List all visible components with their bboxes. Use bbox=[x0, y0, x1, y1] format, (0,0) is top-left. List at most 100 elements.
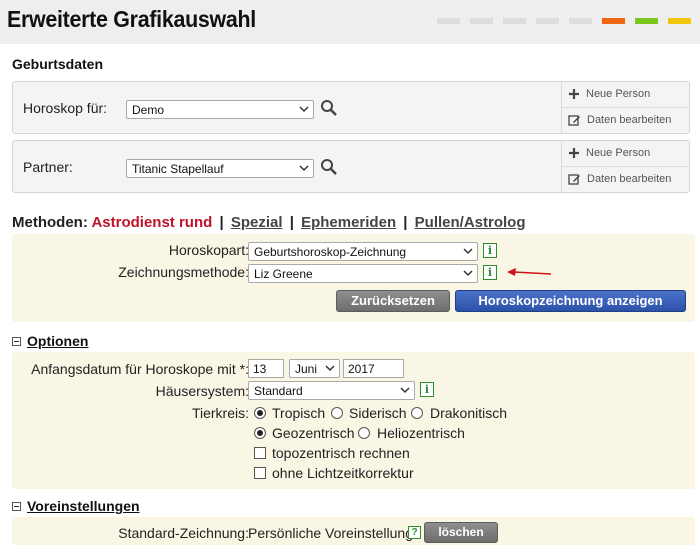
radio-drakonitisch-label: Drakonitisch bbox=[430, 405, 508, 421]
lighttime-label: ohne Lichtzeitkorrektur bbox=[272, 465, 414, 481]
options-panel: Anfangsdatum für Horoskope mit *: 13 Jun… bbox=[12, 352, 695, 489]
presets-toggle[interactable]: Voreinstellungen bbox=[12, 498, 140, 514]
color-strip-segment bbox=[602, 18, 625, 24]
drawing-method-select[interactable]: Liz Greene bbox=[248, 264, 478, 283]
new-person-label: Neue Person bbox=[586, 147, 651, 159]
edit-data-link[interactable]: Daten bearbeiten bbox=[568, 114, 671, 126]
chevron-down-icon bbox=[325, 365, 335, 372]
info-icon[interactable]: i bbox=[420, 382, 434, 397]
show-chart-button[interactable]: Horoskopzeichnung anzeigen bbox=[455, 290, 686, 312]
page-title: Erweiterte Grafikauswahl bbox=[7, 6, 256, 32]
radio-siderisch[interactable] bbox=[331, 407, 343, 419]
tab-pullen-astrolog[interactable]: Pullen/Astrolog bbox=[415, 214, 526, 231]
edit-data-label: Daten bearbeiten bbox=[587, 173, 672, 185]
chart-form-panel: Horoskopart: Geburtshoroskop-Zeichnung i… bbox=[12, 234, 695, 322]
start-date-label: Anfangsdatum für Horoskope mit *: bbox=[31, 361, 249, 377]
red-arrow-icon bbox=[507, 268, 552, 276]
color-strip-segment bbox=[668, 18, 691, 24]
horoscope-person-box: Horoskop für: Demo Neue Person Daten bea… bbox=[12, 81, 690, 134]
chevron-down-icon bbox=[463, 248, 473, 255]
plus-icon bbox=[569, 89, 579, 99]
new-person-label: Neue Person bbox=[586, 88, 651, 100]
color-strip-segment bbox=[470, 18, 493, 24]
radio-geozentrisch-label: Geozentrisch bbox=[272, 425, 355, 441]
radio-geozentrisch[interactable] bbox=[254, 427, 266, 439]
birth-data-title: Geburtsdaten bbox=[12, 56, 104, 72]
radio-siderisch-label: Siderisch bbox=[349, 405, 407, 421]
options-toggle[interactable]: Optionen bbox=[12, 333, 88, 349]
separator: | bbox=[219, 214, 224, 231]
partner-side-panel: Neue Person Daten bearbeiten bbox=[561, 141, 689, 192]
color-strip-segment bbox=[536, 18, 559, 24]
plus-icon bbox=[569, 148, 579, 158]
house-system-select[interactable]: Standard bbox=[248, 381, 415, 400]
edit-icon bbox=[568, 115, 580, 126]
chevron-down-icon bbox=[299, 165, 309, 172]
house-system-label: Häusersystem: bbox=[155, 383, 249, 399]
chevron-down-icon bbox=[299, 106, 309, 113]
radio-heliozentrisch[interactable] bbox=[358, 427, 370, 439]
radio-tropisch[interactable] bbox=[254, 407, 266, 419]
horoscope-type-select[interactable]: Geburtshoroskop-Zeichnung bbox=[248, 242, 478, 261]
edit-data-label: Daten bearbeiten bbox=[587, 114, 672, 126]
color-strip-segment bbox=[503, 18, 526, 24]
tab-spezial[interactable]: Spezial bbox=[231, 214, 283, 231]
drawing-method-label: Zeichnungsmethode: bbox=[118, 264, 249, 280]
methods-nav: Methoden: Astrodienst rund | Spezial | E… bbox=[12, 214, 526, 231]
methods-label: Methoden: bbox=[12, 214, 88, 231]
standard-drawing-value: Persönliche Voreinstellung bbox=[248, 525, 413, 541]
help-icon[interactable]: ? bbox=[408, 526, 421, 539]
topocentric-checkbox[interactable] bbox=[254, 447, 266, 459]
month-select[interactable]: Juni bbox=[289, 359, 340, 378]
collapse-icon bbox=[12, 501, 21, 511]
house-system-value: Standard bbox=[254, 384, 303, 398]
month-value: Juni bbox=[295, 362, 318, 376]
partner-person-box: Partner: Titanic Stapellauf Neue Person … bbox=[12, 140, 690, 193]
edit-icon bbox=[568, 174, 580, 185]
tab-astrodienst-rund[interactable]: Astrodienst rund bbox=[91, 214, 212, 231]
new-person-link[interactable]: Neue Person bbox=[568, 88, 650, 100]
separator: | bbox=[403, 214, 408, 231]
info-icon[interactable]: i bbox=[483, 265, 497, 280]
radio-heliozentrisch-label: Heliozentrisch bbox=[377, 425, 465, 441]
partner-person-value: Titanic Stapellauf bbox=[132, 162, 224, 176]
year-input[interactable]: 2017 bbox=[343, 359, 404, 378]
radio-tropisch-label: Tropisch bbox=[272, 405, 326, 421]
tab-ephemeriden[interactable]: Ephemeriden bbox=[301, 214, 396, 231]
separator: | bbox=[289, 214, 294, 231]
presets-title: Voreinstellungen bbox=[27, 498, 140, 514]
page-header: Erweiterte Grafikauswahl bbox=[0, 0, 700, 44]
edit-data-link[interactable]: Daten bearbeiten bbox=[568, 173, 671, 185]
divider bbox=[562, 107, 689, 108]
radio-drakonitisch[interactable] bbox=[411, 407, 423, 419]
color-strip-segment bbox=[569, 18, 592, 24]
horoscope-label: Horoskop für: bbox=[23, 100, 108, 116]
chevron-down-icon bbox=[400, 387, 410, 394]
lighttime-checkbox[interactable] bbox=[254, 467, 266, 479]
presets-panel: Standard-Zeichnung: Persönliche Voreinst… bbox=[12, 517, 695, 545]
day-input[interactable]: 13 bbox=[248, 359, 284, 378]
divider bbox=[562, 166, 689, 167]
horoscope-side-panel: Neue Person Daten bearbeiten bbox=[561, 82, 689, 133]
search-icon[interactable] bbox=[320, 158, 338, 176]
zodiac-label: Tierkreis: bbox=[191, 405, 249, 421]
color-strip-segment bbox=[635, 18, 658, 24]
collapse-icon bbox=[12, 336, 21, 346]
horoscope-type-label: Horoskopart: bbox=[168, 242, 249, 258]
horoscope-person-select[interactable]: Demo bbox=[126, 100, 314, 119]
drawing-method-value: Liz Greene bbox=[254, 267, 313, 281]
horoscope-type-value: Geburtshoroskop-Zeichnung bbox=[254, 245, 407, 259]
reset-button[interactable]: Zurücksetzen bbox=[336, 290, 450, 312]
search-icon[interactable] bbox=[320, 99, 338, 117]
horoscope-person-value: Demo bbox=[132, 103, 165, 117]
standard-drawing-label: Standard-Zeichnung: bbox=[118, 525, 249, 541]
new-person-link[interactable]: Neue Person bbox=[568, 147, 650, 159]
chevron-down-icon bbox=[463, 270, 473, 277]
delete-preset-button[interactable]: löschen bbox=[424, 522, 498, 543]
partner-person-select[interactable]: Titanic Stapellauf bbox=[126, 159, 314, 178]
partner-label: Partner: bbox=[23, 159, 73, 175]
topocentric-label: topozentrisch rechnen bbox=[272, 445, 410, 461]
info-icon[interactable]: i bbox=[483, 243, 497, 258]
options-title: Optionen bbox=[27, 333, 89, 349]
color-strip-segment bbox=[437, 18, 460, 24]
